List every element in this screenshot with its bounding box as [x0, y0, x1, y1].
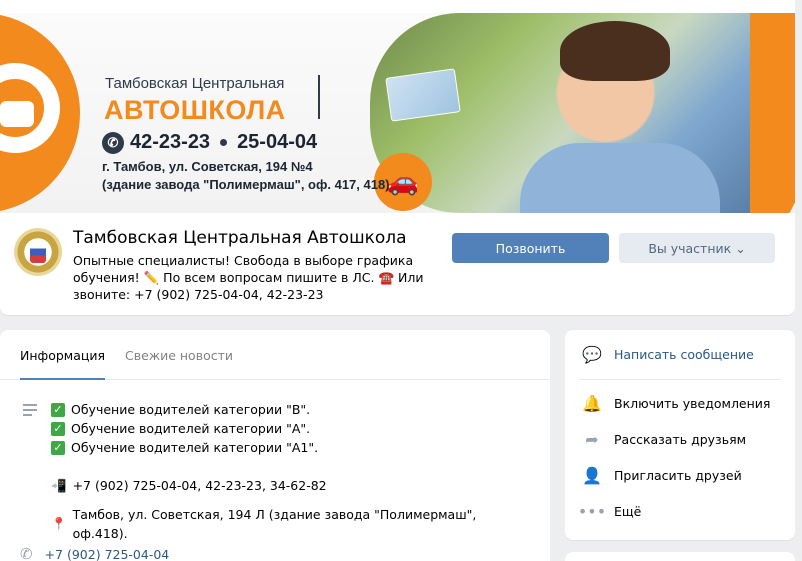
contact-phone-row: ✆ +7 (902) 725-04-04	[20, 545, 169, 561]
check-icon: ✓	[51, 440, 65, 455]
tab-information[interactable]: Информация	[20, 330, 106, 380]
check-icon: ✓	[51, 402, 65, 417]
contact-phone-link[interactable]: +7 (902) 725-04-04	[45, 547, 170, 561]
cover-phone-2: 25-04-04	[237, 131, 318, 153]
pin-icon: 📍	[51, 516, 67, 531]
group-cover-image: 🚗 Тамбовская Центральная АВТОШКОЛА ✆ 42-…	[0, 13, 795, 213]
cover-brand-title: АВТОШКОЛА	[104, 95, 286, 125]
description-icon	[23, 404, 37, 419]
description-phones: 📲 +7 (902) 725-04-04, 42-23-23, 34-62-82	[51, 478, 327, 493]
description-text: ✓ Обучение водителей категории "B". ✓ Обуч…	[51, 400, 531, 541]
next-card	[565, 552, 795, 561]
cover-phone-1: 42-23-23	[130, 131, 211, 153]
bell-icon: 🔔	[582, 393, 602, 413]
message-icon: 💬	[582, 344, 602, 364]
list-item: ✓ Обучение водителей категории "A1".	[51, 438, 531, 457]
cover-dot	[220, 139, 228, 146]
cover-phones: ✆ 42-23-23 25-04-04	[102, 131, 317, 154]
call-button[interactable]: Позвонить	[452, 233, 609, 263]
mobile-phone-icon: 📲	[51, 478, 67, 493]
group-status: Опытные специалисты! Свобода в выборе гр…	[73, 253, 424, 302]
emblem-icon	[30, 241, 46, 263]
group-title: Тамбовская Центральная Автошкола	[73, 228, 407, 248]
cover-photo-shirt	[520, 143, 720, 213]
tab-latest-news[interactable]: Свежие новости	[125, 330, 233, 380]
list-item: ✓ Обучение водителей категории "B".	[51, 400, 531, 419]
group-avatar[interactable]	[14, 228, 62, 276]
phone-icon: ✆	[20, 545, 33, 561]
cover-divider	[318, 75, 320, 119]
invite-friends-action[interactable]: 👤 Пригласить друзей	[582, 465, 742, 485]
notifications-action[interactable]: 🔔 Включить уведомления	[582, 393, 770, 413]
more-action[interactable]: ••• Ещё	[577, 501, 642, 521]
share-icon: ➦	[585, 429, 599, 449]
steering-wheel-hub	[0, 101, 34, 127]
info-tabs: Информация Свежие новости	[0, 330, 550, 380]
group-header-card: 🚗 Тамбовская Центральная АВТОШКОЛА ✆ 42-…	[0, 0, 795, 315]
cover-address-line-1: г. Тамбов, ул. Советская, 194 №4	[102, 159, 313, 174]
add-user-icon: 👤	[582, 465, 602, 485]
list-item: ✓ Обучение водителей категории "A".	[51, 419, 531, 438]
cover-photo-hair	[560, 21, 670, 81]
check-icon: ✓	[51, 421, 65, 436]
phone-icon: ✆	[102, 131, 124, 154]
chevron-down-icon: ⌄	[735, 240, 746, 256]
member-button[interactable]: Вы участник ⌄	[619, 233, 775, 263]
member-button-label: Вы участник	[648, 240, 732, 256]
send-message-action[interactable]: 💬 Написать сообщение	[582, 344, 754, 364]
description-address: 📍 Тамбов, ул. Советская, 194 Л (здание за…	[51, 506, 477, 541]
cover-brand-subtitle: Тамбовская Центральная	[105, 75, 285, 92]
share-action[interactable]: ➦ Рассказать друзьям	[583, 429, 746, 449]
more-icon: •••	[577, 501, 607, 521]
actions-card: 💬 Написать сообщение 🔔 Включить уведомле…	[565, 330, 795, 540]
divider	[580, 379, 780, 380]
info-card: Информация Свежие новости ✓ Обучение води…	[0, 330, 550, 561]
cover-address-line-2: (здание завода "Полимермаш", оф. 417, 41…	[102, 177, 390, 192]
